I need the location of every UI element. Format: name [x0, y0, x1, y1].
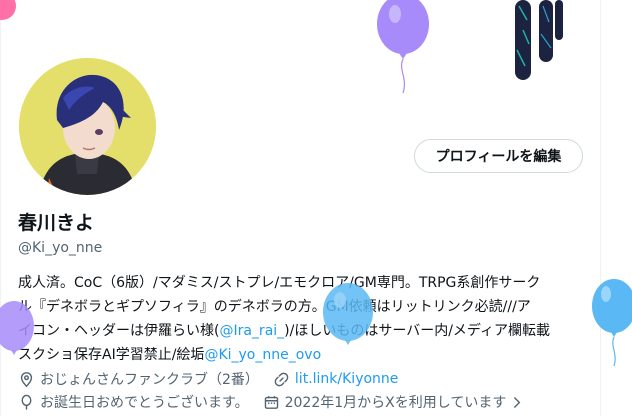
profile-meta-row: お誕生日おめでとうございます。 2022年1月からXを利用しています: [18, 391, 525, 413]
avatar-image: [19, 58, 156, 195]
chevron-right-icon: [514, 396, 521, 408]
birthday-text: お誕生日おめでとうございます。: [40, 395, 249, 411]
frame-right-border: [600, 0, 601, 416]
edit-profile-button[interactable]: プロフィールを編集: [414, 139, 583, 173]
birthday: お誕生日おめでとうございます。: [18, 392, 249, 412]
balloon-icon: [21, 394, 32, 410]
avatar[interactable]: [19, 58, 156, 195]
calendar-icon: [264, 395, 278, 409]
balloon-icon: [377, 0, 429, 94]
username-handle: @Ki_yo_nne: [18, 240, 103, 256]
joined-text: 2022年1月からXを利用しています: [284, 395, 507, 411]
bio-text: スクショ保存AI学習禁止/絵垢: [18, 347, 205, 363]
display-name: 春川きよ: [18, 212, 95, 234]
link-icon: [274, 372, 289, 386]
mention-link-ira-rai[interactable]: @Ira_rai_: [219, 323, 284, 339]
bio-text: )/ほしいものはサーバー内/メディア欄転載: [284, 323, 550, 339]
website[interactable]: lit.link/Kiyonne: [273, 371, 398, 388]
profile-bio: 成人済。CoC（6版）/マダミス/ストプレ/エモクロア/GM専門。TRPG系創作…: [18, 271, 593, 367]
bio-line: ル『デネボラとギプソフィラ』のデネボラの方。GM依頼はリットリンク必読///ア: [18, 299, 531, 315]
frame-left-border: [0, 0, 1, 416]
location-pin-icon: [20, 371, 33, 387]
bio-line: イコン・ヘッダーは伊羅らい様(@Ira_rai_)/ほしいものはサーバー内/メデ…: [18, 319, 593, 343]
profile-meta-row: おじょんさんファンクラブ（2番） lit.link/Kiyonne: [18, 368, 398, 390]
balloon-icon: [592, 279, 632, 366]
location: おじょんさんファンクラブ（2番）: [18, 369, 259, 389]
bio-line: スクショ保存AI学習禁止/絵垢@Ki_yo_nne_ovo: [18, 343, 593, 367]
header-banner-image[interactable]: [505, 0, 565, 84]
website-link[interactable]: lit.link/Kiyonne: [295, 371, 398, 387]
joined-date[interactable]: 2022年1月からXを利用しています: [263, 392, 526, 412]
mention-link-ki-yo-nne-ovo[interactable]: @Ki_yo_nne_ovo: [204, 347, 321, 363]
balloon-icon: [0, 0, 16, 20]
location-text: おじょんさんファンクラブ（2番）: [40, 372, 259, 388]
bio-line: 成人済。CoC（6版）/マダミス/ストプレ/エモクロア/GM専門。TRPG系創作…: [18, 275, 541, 291]
bio-text: イコン・ヘッダーは伊羅らい様(: [18, 323, 220, 339]
